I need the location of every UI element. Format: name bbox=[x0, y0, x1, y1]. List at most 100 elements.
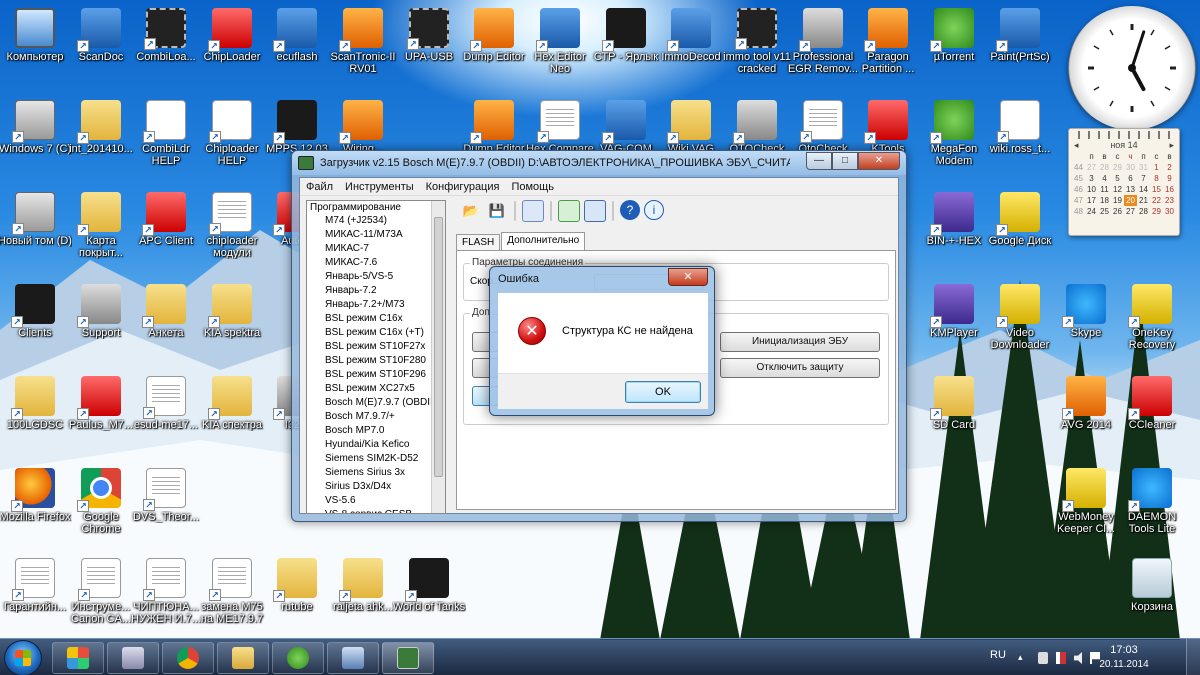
calendar-prev-icon[interactable]: ◂ bbox=[1074, 140, 1079, 151]
desktop-icon[interactable]: ↗ Dump Editor bbox=[461, 2, 527, 80]
calendar-day[interactable]: 27 bbox=[1124, 206, 1137, 217]
calendar-day[interactable]: 30 bbox=[1163, 206, 1176, 217]
maximize-button[interactable]: □ bbox=[832, 152, 858, 170]
init-ecu-button[interactable]: Инициализация ЭБУ bbox=[720, 332, 880, 352]
desktop-icon[interactable]: ↗ CCleaner bbox=[1119, 370, 1185, 448]
desktop-icon[interactable]: ↗ Mozilla Firefox bbox=[0, 462, 70, 540]
taskbar-chrome[interactable] bbox=[162, 642, 214, 674]
calendar-day[interactable]: 15 bbox=[1150, 184, 1163, 195]
calendar-next-icon[interactable]: ▸ bbox=[1169, 140, 1174, 151]
calendar-day[interactable]: 23 bbox=[1163, 195, 1176, 206]
desktop-icon[interactable]: ↗ World of Tanks bbox=[393, 552, 465, 630]
desktop-icon[interactable]: ↗ Новый том (D) bbox=[0, 186, 72, 264]
tree-item[interactable]: МИКАС-7 bbox=[307, 242, 445, 256]
battery-icon[interactable] bbox=[1038, 652, 1048, 664]
tree-item[interactable]: M74 (+J2534) bbox=[307, 214, 445, 228]
language-indicator[interactable]: RU bbox=[990, 649, 1006, 661]
calendar-day[interactable]: 29 bbox=[1111, 162, 1124, 173]
calendar-day[interactable]: 3 bbox=[1085, 173, 1098, 184]
taskbar-utorrent[interactable] bbox=[272, 642, 324, 674]
calendar-day[interactable]: 14 bbox=[1137, 184, 1150, 195]
calendar-day[interactable]: 26 bbox=[1111, 206, 1124, 217]
desktop-icon[interactable]: ↗ Paint(PrtSc) bbox=[987, 2, 1053, 80]
calendar-day[interactable]: 7 bbox=[1137, 173, 1150, 184]
taskbar-loader[interactable] bbox=[382, 642, 434, 674]
desktop-icon[interactable]: ? ↗ CombiLdr HELP bbox=[133, 94, 199, 172]
tree-item[interactable]: Bosch M7.9.7/+ bbox=[307, 410, 445, 424]
desktop-icon[interactable]: ↗ Paragon Partition ... bbox=[855, 2, 921, 80]
desktop-icon[interactable]: ↗ ImmoDecod bbox=[658, 2, 724, 80]
desktop-icon[interactable]: ↗ OneKey Recovery bbox=[1119, 278, 1185, 356]
save-icon[interactable]: 💾 bbox=[486, 200, 508, 222]
desktop-icon[interactable]: ↗ Paulus_M7... bbox=[68, 370, 134, 448]
open-folder-icon[interactable]: 📂 bbox=[460, 200, 482, 222]
calendar-day[interactable]: 24 bbox=[1085, 206, 1098, 217]
desktop-icon[interactable]: ↗ Professional EGR Remov... bbox=[788, 2, 858, 80]
desktop-icon[interactable]: ↗ ChipLoader bbox=[199, 2, 265, 80]
tree-item[interactable]: Hyundai/Kia Kefico bbox=[307, 438, 445, 452]
tree-item[interactable]: Bosch M(E)7.9.7 (OBDII) bbox=[307, 396, 445, 410]
calendar-day[interactable]: 10 bbox=[1085, 184, 1098, 195]
calendar-day[interactable]: 28 bbox=[1098, 162, 1111, 173]
show-desktop-button[interactable] bbox=[1186, 639, 1200, 675]
desktop-icon[interactable]: ↗ CombiLoa... bbox=[133, 2, 199, 80]
tree-item[interactable]: BSL режим ST10F27x bbox=[307, 340, 445, 354]
close-button[interactable]: ✕ bbox=[858, 152, 900, 170]
calendar-day[interactable]: 22 bbox=[1150, 195, 1163, 206]
desktop-icon[interactable]: ↗ Windows 7 (C) bbox=[0, 94, 71, 172]
menu-file[interactable]: Файл bbox=[306, 181, 333, 193]
minimize-button[interactable]: — bbox=[806, 152, 832, 170]
desktop-icon[interactable]: ↗ ЧИПТЮНА... НУЖЕН И.7... bbox=[131, 552, 201, 630]
tree-root[interactable]: Программирование bbox=[307, 201, 445, 214]
desktop-icon[interactable]: ↗ raljeta ahk... bbox=[330, 552, 396, 630]
desktop-icon[interactable]: Компьютер bbox=[2, 2, 68, 80]
ecu-tree[interactable]: Программирование M74 (+J2534) МИКАС-11/M7… bbox=[306, 200, 446, 514]
desktop-icon[interactable]: ↗ ScanDoc bbox=[68, 2, 134, 80]
desktop-icon[interactable]: ↗ KIA спектра bbox=[199, 370, 265, 448]
desktop-icon[interactable]: ↗ замена M75 на МЕ17.9.7 bbox=[199, 552, 265, 630]
desktop-icon[interactable]: ↗ µTorrent bbox=[921, 2, 987, 80]
start-button[interactable] bbox=[4, 640, 42, 675]
desktop-icon[interactable]: ↗ SD Card bbox=[921, 370, 987, 448]
desktop-icon[interactable]: ↗ Support bbox=[68, 278, 134, 356]
menu-config[interactable]: Конфигурация bbox=[426, 181, 500, 193]
desktop-icon[interactable]: ↗ Инструме... Canon CA... bbox=[68, 552, 134, 630]
calendar-day[interactable]: 2 bbox=[1163, 162, 1176, 173]
ok-button[interactable]: OK bbox=[625, 381, 701, 403]
tab-extra[interactable]: Дополнительно bbox=[501, 232, 586, 250]
desktop-icon[interactable]: ? ↗ Chiploader HELP bbox=[199, 94, 265, 172]
desktop-icon[interactable]: ↗ Google Диск bbox=[987, 186, 1053, 264]
read-icon[interactable] bbox=[558, 200, 580, 222]
taskbar-calculator[interactable] bbox=[107, 642, 159, 674]
desktop-icon[interactable]: ↗ DAEMON Tools Lite bbox=[1119, 462, 1185, 540]
desktop-icon[interactable]: ↗ KIA spektra bbox=[199, 278, 265, 356]
calendar-day[interactable]: 27 bbox=[1085, 162, 1098, 173]
tree-item[interactable]: Январь-5/VS-5 bbox=[307, 270, 445, 284]
tree-item[interactable]: МИКАС-11/M73A bbox=[307, 228, 445, 242]
calendar-day[interactable]: 21 bbox=[1137, 195, 1150, 206]
calendar-day[interactable]: 25 bbox=[1098, 206, 1111, 217]
calendar-day[interactable]: 31 bbox=[1137, 162, 1150, 173]
calendar-day[interactable]: 1 bbox=[1150, 162, 1163, 173]
calendar-day[interactable]: 13 bbox=[1124, 184, 1137, 195]
tree-scrollbar[interactable] bbox=[431, 201, 445, 513]
tree-scroll-thumb[interactable] bbox=[434, 217, 443, 477]
desktop-icon[interactable]: ↗ Анкета bbox=[133, 278, 199, 356]
tree-item[interactable]: Январь-7.2 bbox=[307, 284, 445, 298]
loader-titlebar[interactable]: Загрузчик v2.15 Bosch M(E)7.9.7 (OBDII) … bbox=[292, 151, 906, 175]
desktop-icon[interactable]: ↗ UPA-USB bbox=[396, 2, 462, 80]
desktop-icon[interactable]: ↗ WebMoney Keeper Cl... bbox=[1053, 462, 1119, 540]
calendar-day[interactable]: 16 bbox=[1163, 184, 1176, 195]
calendar-day[interactable]: 5 bbox=[1111, 173, 1124, 184]
calendar-gadget[interactable]: ◂ ноя 14 ▸ пвсчпсв 44 27 28 29 30 31 1 2 45 3 4 5 6 7… bbox=[1068, 128, 1180, 236]
calendar-day[interactable]: 11 bbox=[1098, 184, 1111, 195]
edit-icon[interactable] bbox=[522, 200, 544, 222]
tree-item[interactable]: VS-5.6 bbox=[307, 494, 445, 508]
tree-item[interactable]: BSL режим ST10F280 bbox=[307, 354, 445, 368]
calendar-day[interactable]: 6 bbox=[1124, 173, 1137, 184]
calendar-day[interactable]: 8 bbox=[1150, 173, 1163, 184]
desktop-icon[interactable]: Корзина bbox=[1119, 552, 1185, 630]
dialog-close-button[interactable]: ✕ bbox=[668, 268, 708, 286]
desktop-icon[interactable]: ↗ immo tool v11 cracked bbox=[723, 2, 791, 80]
tray-time[interactable]: 17:03 bbox=[1094, 644, 1154, 656]
